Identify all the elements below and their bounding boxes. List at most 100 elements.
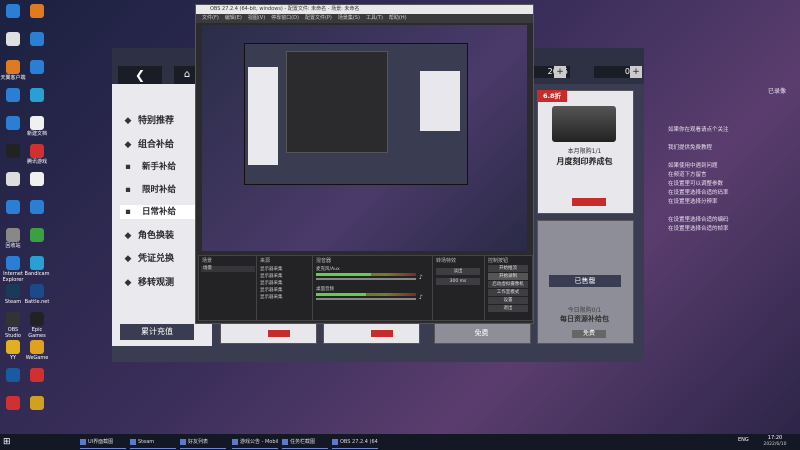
top-right-label: 已录像 (768, 88, 787, 95)
desktop-icon[interactable]: YY (0, 340, 26, 361)
obs-menu-item[interactable]: 配置文件(P) (299, 15, 332, 21)
desktop-icon[interactable]: Battle.net (24, 284, 50, 305)
obs-control-button[interactable]: 退出 (488, 305, 528, 312)
obs-control-button[interactable]: 设置 (488, 297, 528, 304)
app-icon (30, 60, 44, 74)
nested-card (420, 71, 460, 131)
taskbar-item[interactable]: 好友列表 (180, 436, 226, 449)
obs-menu-item[interactable]: 停靠窗口(D) (265, 15, 299, 21)
add-currency-2-icon[interactable]: + (630, 66, 642, 78)
desktop-icon[interactable]: Epic Games (24, 312, 50, 339)
source-item[interactable]: 显示器采集 (260, 280, 308, 286)
scene-item[interactable]: 场景 (201, 266, 255, 272)
desktop-icon[interactable]: 新建文档 (24, 116, 50, 137)
menu-item-0[interactable]: ◆ 特别推荐 (120, 114, 206, 128)
mixer-level-fill (316, 293, 366, 296)
desktop-icon[interactable] (0, 116, 26, 131)
source-item[interactable]: 显示器采集 (260, 287, 308, 293)
source-item[interactable]: 显示器采集 (260, 294, 308, 300)
app-icon (30, 200, 44, 214)
menu-item-label: 新手补给 (142, 162, 177, 172)
desktop-icon[interactable] (24, 32, 50, 47)
menu-item-5[interactable]: ◆ 角色换装 (120, 229, 206, 243)
ticket-icon: ◆ (124, 254, 132, 264)
desktop-icon[interactable] (24, 88, 50, 103)
obs-control-button[interactable]: 工作室模式 (488, 289, 528, 296)
card-main-price[interactable] (572, 198, 606, 206)
obs-menu-item[interactable]: 帮助(H) (383, 15, 407, 21)
desktop-icon[interactable] (24, 228, 50, 243)
menu-item-7[interactable]: ◆ 移转观测 (120, 276, 206, 290)
desktop-icon[interactable]: 腾讯游戏 (24, 144, 50, 165)
duration-input[interactable]: 300 ms (436, 278, 480, 285)
volume-slider[interactable] (316, 278, 416, 280)
menu-item-label: 移转观测 (138, 278, 175, 288)
taskbar-lang[interactable]: ENG (738, 437, 749, 443)
menu-item-1[interactable]: ◆ 组合补给 (120, 138, 206, 152)
taskbar-date[interactable]: 2022/6/10 (760, 442, 790, 447)
source-item[interactable]: 显示器采集 (260, 266, 308, 272)
desktop-icon[interactable]: 回收站 (0, 228, 26, 249)
desktop-icon[interactable] (0, 200, 26, 215)
desktop-icon[interactable] (0, 368, 26, 383)
desktop-icon[interactable]: Bandicam (24, 256, 50, 277)
sold-out-label: 已售罄 (549, 275, 621, 287)
taskbar-item-label: UI界面截图 (88, 439, 114, 445)
desktop-icon[interactable]: OBS Studio (0, 312, 26, 339)
desktop-icon[interactable] (24, 368, 50, 383)
desktop-icon[interactable]: Internet Explorer (0, 256, 26, 283)
desktop-icon[interactable] (24, 60, 50, 75)
taskbar-item[interactable]: 游戏公告 - Mobile... (232, 436, 278, 449)
desktop-icon[interactable] (0, 4, 26, 19)
obs-menu-item[interactable]: 工具(T) (360, 15, 383, 21)
bottom-card-2-price[interactable] (371, 330, 393, 337)
desktop-icon[interactable]: 天翼客户端 (0, 60, 26, 81)
taskbar-item[interactable]: 任务栏截图 (282, 436, 328, 449)
menu-item-3[interactable]: ▪ 限时补给 (120, 183, 206, 197)
desktop-icon[interactable] (0, 88, 26, 103)
desktop-icon[interactable] (0, 396, 26, 411)
mixer-level-fill (316, 273, 371, 276)
menu-item-label: 日常补给 (142, 207, 177, 217)
source-item[interactable]: 显示器采集 (260, 273, 308, 279)
cumulative-recharge-button[interactable]: 累计充值 (120, 324, 194, 340)
obs-control-button[interactable]: 开始录制 (488, 273, 528, 280)
menu-item-2[interactable]: ▪ 新手补给 (120, 160, 206, 174)
taskbar-item[interactable]: UI界面截图 (80, 436, 126, 449)
obs-control-button[interactable]: 开始推流 (488, 265, 528, 272)
desktop-icon[interactable] (0, 144, 26, 159)
obs-control-button[interactable]: 启动虚拟摄像机 (488, 281, 528, 288)
back-arrow-icon[interactable]: ❮ (118, 66, 162, 84)
desktop-icon[interactable] (24, 396, 50, 411)
desktop-icon[interactable] (24, 172, 50, 187)
desktop-icon[interactable] (24, 4, 50, 19)
desktop-icon[interactable] (24, 200, 50, 215)
obs-menu-item[interactable]: 文件(F) (196, 15, 219, 21)
volume-slider[interactable] (316, 298, 416, 300)
app-icon (30, 284, 44, 298)
controls-title: 控制按钮 (488, 258, 509, 264)
desktop-icon[interactable]: WeGame (24, 340, 50, 361)
bottom-card-1-price[interactable] (268, 330, 290, 337)
obs-menu-item[interactable]: 编辑(E) (219, 15, 242, 21)
obs-menu-item[interactable]: 视图(V) (242, 15, 265, 21)
desktop-icon[interactable]: Steam (0, 284, 26, 305)
desktop-icon[interactable] (0, 32, 26, 47)
taskbar-item[interactable]: Steam (130, 436, 176, 449)
transition-select[interactable]: 淡出 (436, 268, 480, 275)
app-icon (30, 116, 44, 130)
taskbar-item-label: OBS 27.2.4 (64-bit) (340, 439, 378, 445)
start-button[interactable]: ⊞ (3, 437, 13, 447)
speaker-icon[interactable]: ♪ (419, 274, 423, 281)
app-icon (30, 368, 44, 382)
desktop-icon[interactable] (0, 172, 26, 187)
taskbar-item[interactable]: OBS 27.2.4 (64-bit) (332, 436, 378, 449)
sources-panel: 来源 显示器采集 显示器采集 显示器采集 显示器采集 显示器采集 (256, 255, 314, 321)
menu-item-4[interactable]: ▪ 日常补给 (120, 205, 206, 219)
add-currency-1-icon[interactable]: + (554, 66, 566, 78)
obs-menu-item[interactable]: 场景集(S) (332, 15, 360, 21)
speaker-icon[interactable]: ♪ (419, 294, 423, 301)
card-sold-title: 每日资源补给包 (560, 315, 609, 323)
taskbar-time[interactable]: 17:20 (760, 435, 790, 441)
menu-item-6[interactable]: ◆ 凭证兑换 (120, 252, 206, 266)
